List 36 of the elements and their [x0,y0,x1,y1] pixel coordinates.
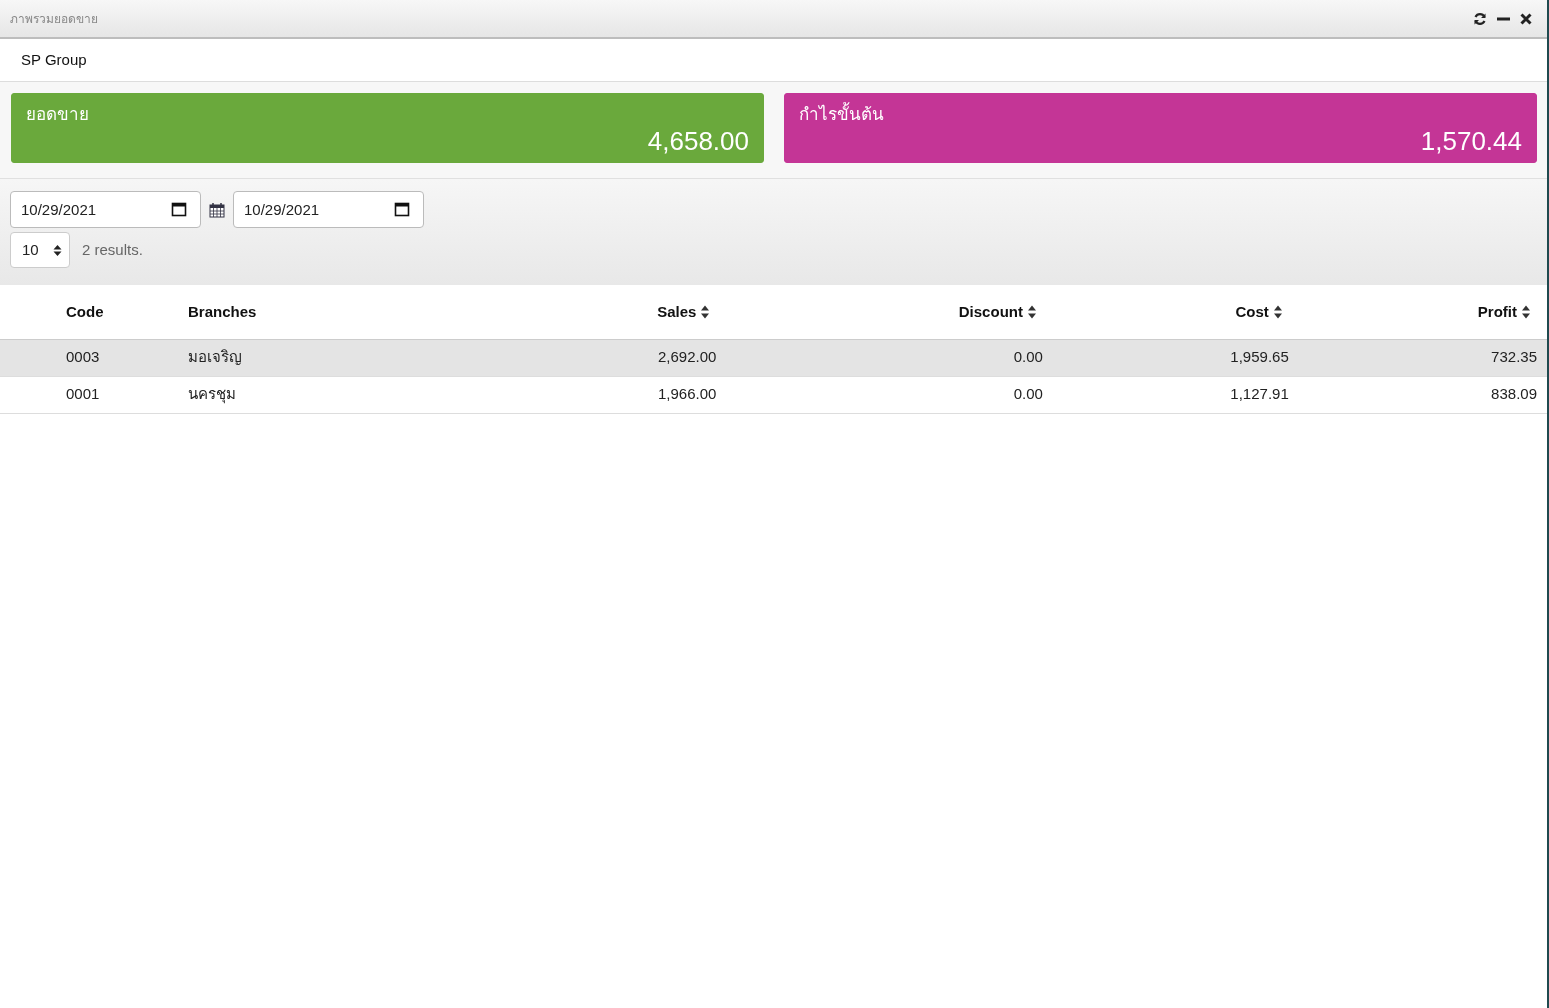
column-header: Branches [188,301,257,322]
sort-icon[interactable] [1521,303,1531,320]
card-label: ยอดขาย [26,104,90,126]
column-header[interactable]: Cost [1235,300,1269,323]
company-name: SP Group [21,49,87,70]
spinner-icon[interactable] [53,243,62,257]
card-label: กำไรขั้นต้น [799,102,1522,128]
date-field[interactable]: 10/29/2021 [10,191,201,228]
card-value: 4,658.00 [646,128,749,154]
page-size-select[interactable]: 10 [10,232,70,268]
table-cell: 1,966.00 [657,385,717,403]
table-cell: 0.00 [1013,385,1043,403]
card-value: 1,570.44 [1419,128,1522,154]
table-cell: 1,127.91 [1230,385,1289,403]
sort-icon[interactable] [700,303,711,320]
column-header[interactable]: Sales [657,300,697,323]
sort-icon[interactable] [1026,303,1037,320]
table-cell: 838.09 [1491,385,1537,403]
column-header: Code [66,301,104,322]
table-cell: มอเจริญ [188,348,242,366]
table-cell: 0003 [66,348,100,366]
calendar-icon[interactable] [171,201,187,217]
table-cell: 2,692.00 [657,348,717,366]
result-count: 2 results. [82,239,143,260]
table-cell: 732.35 [1491,348,1537,366]
column-header[interactable]: Profit [1477,300,1517,323]
sort-icon[interactable] [1272,303,1283,320]
column-header[interactable]: Discount [958,300,1023,323]
date-field[interactable]: 10/29/2021 [233,191,424,228]
calendar-icon [209,201,225,218]
table-cell: นครชุม [188,385,236,403]
table-cell: 0001 [66,385,100,403]
calendar-icon[interactable] [394,201,410,217]
table-cell: 0.00 [1013,348,1043,366]
table-cell: 1,959.65 [1230,348,1289,366]
window-title: ภาพรวมยอดขาย [10,10,98,28]
